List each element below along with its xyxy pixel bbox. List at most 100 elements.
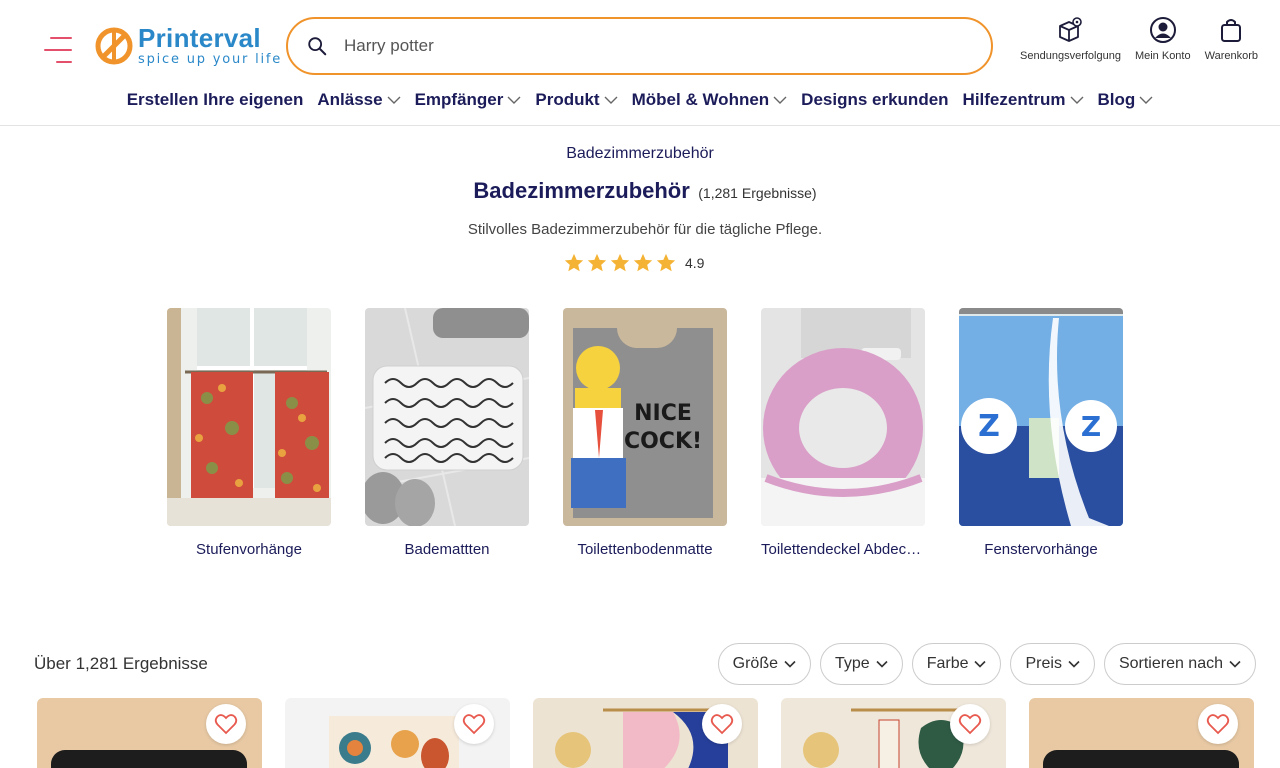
category-toilet-floor-mat[interactable]: NICE COCK! Toilettenbodenmatte: [563, 308, 727, 558]
category-image: [167, 308, 331, 526]
page-description: Stilvolles Badezimmerzubehör für die täg…: [467, 221, 823, 238]
logo-name: Printerval: [138, 23, 261, 53]
tracking-label: Sendungsverfolgung: [1020, 50, 1121, 62]
nav-item-product[interactable]: Produkt: [535, 90, 618, 110]
favorite-button[interactable]: [950, 704, 990, 744]
star-icon: [587, 253, 607, 272]
chevron-down-icon: [1139, 96, 1153, 104]
filter-type[interactable]: Type: [820, 643, 903, 685]
nav-label: Designs erkunden: [801, 90, 949, 109]
header-actions: Sendungsverfolgung Mein Konto Warenkorb: [1020, 16, 1258, 62]
category-window-curtains[interactable]: Z Z Fenstervorhänge: [959, 308, 1123, 558]
search-icon: [308, 37, 327, 56]
category-bath-mats[interactable]: Bademattten: [365, 308, 529, 558]
heart-icon: [214, 714, 238, 735]
nav-label: Anlässe: [317, 90, 383, 109]
filter-label: Sortieren nach: [1118, 655, 1223, 672]
cart-label: Warenkorb: [1204, 50, 1258, 62]
site-header: Printerval spice up your life Sendungsve…: [0, 0, 1280, 126]
tracking-button[interactable]: Sendungsverfolgung: [1020, 16, 1121, 62]
category-label: Fenstervorhänge: [984, 541, 1098, 558]
category-toilet-seat-cover[interactable]: Toilettendeckel Abdeckung: [761, 308, 925, 558]
heart-icon: [1206, 714, 1230, 735]
chevron-down-icon: [773, 96, 787, 104]
product-card[interactable]: [533, 698, 758, 768]
filter-label: Type: [835, 655, 870, 672]
hamburger-menu-icon[interactable]: [44, 36, 74, 64]
nav-item-create[interactable]: Erstellen Ihre eigenen: [127, 90, 304, 110]
cart-icon: [1221, 19, 1242, 42]
product-grid: [37, 698, 1254, 768]
product-card[interactable]: [781, 698, 1006, 768]
search-input[interactable]: [344, 36, 944, 56]
category-label: Toilettendeckel Abdeckung: [761, 541, 925, 558]
chevron-down-icon: [1068, 660, 1080, 668]
category-image: Z Z: [959, 308, 1123, 526]
logo[interactable]: Printerval spice up your life: [94, 25, 282, 66]
category-tier-curtains[interactable]: Stufenvorhänge: [167, 308, 331, 558]
chevron-down-icon: [784, 660, 796, 668]
nav-item-recipients[interactable]: Empfänger: [415, 90, 522, 110]
nav-item-help[interactable]: Hilfezentrum: [963, 90, 1084, 110]
category-list: Stufenvorhänge Bademattten NICE COCK! To…: [167, 308, 1123, 558]
product-card[interactable]: [37, 698, 262, 768]
rating-value: 4.9: [685, 255, 705, 271]
nav-label: Blog: [1097, 90, 1136, 109]
chevron-down-icon: [604, 96, 618, 104]
account-icon: [1149, 17, 1176, 43]
filter-price[interactable]: Preis: [1010, 643, 1095, 685]
heart-icon: [958, 714, 982, 735]
favorite-button[interactable]: [454, 704, 494, 744]
filter-label: Preis: [1025, 655, 1062, 672]
svg-text:COCK!: COCK!: [624, 429, 702, 454]
result-count: (1,281 Ergebnisse): [698, 185, 817, 201]
package-tracking-icon: [1059, 17, 1083, 42]
nav-label: Möbel & Wohnen: [631, 90, 770, 109]
account-button[interactable]: Mein Konto: [1135, 16, 1191, 62]
chevron-down-icon: [1070, 96, 1084, 104]
nav-label: Empfänger: [414, 90, 504, 109]
chevron-down-icon: [1229, 660, 1241, 668]
search-bar[interactable]: [286, 17, 993, 75]
filter-size[interactable]: Größe: [717, 643, 811, 685]
nav-label: Produkt: [535, 90, 600, 109]
main-nav: Erstellen Ihre eigenen Anlässe Empfänger…: [0, 90, 1280, 110]
category-image: [761, 308, 925, 526]
star-icon: [610, 253, 630, 272]
favorite-button[interactable]: [1198, 704, 1238, 744]
category-image: NICE COCK!: [563, 308, 727, 526]
chevron-down-icon: [876, 660, 888, 668]
filter-bar: Größe Type Farbe Preis Sortieren nach: [717, 643, 1256, 685]
heart-icon: [462, 714, 486, 735]
product-card[interactable]: [1029, 698, 1254, 768]
logo-mark-icon: [95, 27, 133, 64]
nav-item-designs[interactable]: Designs erkunden: [801, 90, 948, 110]
breadcrumb[interactable]: Badezimmerzubehör: [0, 145, 1280, 163]
page-title: Badezimmerzubehör: [473, 178, 690, 203]
svg-text:NICE: NICE: [634, 401, 692, 426]
product-card[interactable]: [285, 698, 510, 768]
nav-item-furniture[interactable]: Möbel & Wohnen: [632, 90, 788, 110]
svg-text:Z: Z: [978, 409, 1000, 444]
logo-tagline: spice up your life: [138, 52, 283, 67]
results-count: Über 1,281 Ergebnisse: [34, 654, 208, 673]
nav-label: Hilfezentrum: [962, 90, 1066, 109]
title-row: Badezimmerzubehör (1,281 Ergebnisse): [0, 178, 1280, 204]
nav-item-blog[interactable]: Blog: [1098, 90, 1154, 110]
account-label: Mein Konto: [1134, 50, 1191, 62]
chevron-down-icon: [974, 660, 987, 668]
star-icon: [564, 253, 584, 272]
filter-label: Farbe: [926, 655, 969, 672]
star-icon: [656, 253, 676, 272]
category-label: Stufenvorhänge: [196, 541, 302, 558]
favorite-button[interactable]: [702, 704, 742, 744]
filter-color[interactable]: Farbe: [911, 643, 1002, 685]
filter-label: Größe: [732, 655, 778, 672]
rating: 4.9: [563, 252, 704, 274]
cart-button[interactable]: Warenkorb: [1205, 16, 1258, 62]
favorite-button[interactable]: [206, 704, 246, 744]
sort-dropdown[interactable]: Sortieren nach: [1103, 643, 1256, 685]
nav-label: Erstellen Ihre eigenen: [126, 90, 304, 109]
nav-item-occasions[interactable]: Anlässe: [317, 90, 401, 110]
star-icon: [633, 253, 653, 272]
